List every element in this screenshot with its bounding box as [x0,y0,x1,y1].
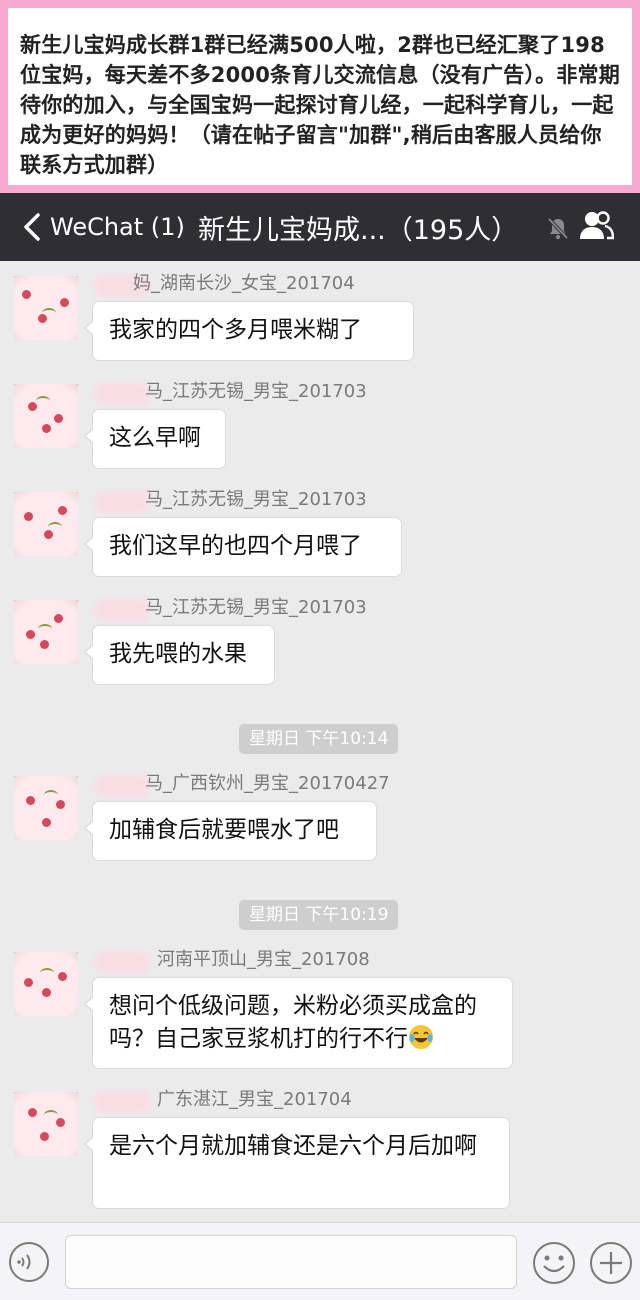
sender-name-blur [94,491,150,513]
sender-name-blur [94,383,150,405]
message-bubble[interactable]: 这么早啊 [84,409,226,469]
chat-message-list[interactable]: 妈_湖南长沙_女宝_201704 我家的四个多月喂米糊了 马_江苏无锡_男宝_2… [0,261,640,1222]
voice-icon[interactable] [8,1241,50,1283]
sender-name: 马_广西钦州_男宝_20170427 [145,773,390,794]
tears-of-joy-emoji-icon [409,1025,433,1049]
plus-icon[interactable] [589,1241,633,1285]
sender-name: 广东湛江_男宝_201704 [157,1089,352,1110]
chevron-left-icon [24,213,40,241]
sender-name: 马_江苏无锡_男宝_201703 [145,597,367,618]
announcement-banner: 新生儿宝妈成长群1群已经满500人啦，2群也已经汇聚了198位宝妈，每天差不多2… [0,0,640,193]
back-button[interactable]: WeChat (1) [20,193,185,261]
avatar[interactable] [14,1092,78,1156]
message-bubble[interactable]: 我先喂的水果 [84,625,275,685]
message-bubble[interactable]: 加辅食后就要喂水了吧 [84,801,377,861]
message-bubble[interactable]: 是六个月就加辅食还是六个月后加啊 [84,1117,510,1209]
members-icon[interactable] [578,209,614,243]
avatar[interactable] [14,776,78,840]
sender-name: 马_江苏无锡_男宝_201703 [145,381,367,402]
sender-name: 妈_湖南长沙_女宝_201704 [133,273,355,294]
emoji-icon[interactable] [532,1241,576,1285]
avatar[interactable] [14,952,78,1016]
sender-name-blur [94,1091,150,1113]
avatar[interactable] [14,384,78,448]
timestamp: 星期日 下午10:19 [239,900,399,930]
sender-name: 马_江苏无锡_男宝_201703 [145,489,367,510]
message-bubble[interactable]: 我们这早的也四个月喂了 [84,517,402,577]
message-bubble[interactable]: 想问个低级问题，米粉必须买成盒的吗？自己家豆浆机打的行不行 [84,977,513,1069]
sender-name-blur [94,951,150,973]
avatar[interactable] [14,276,78,340]
mute-bell-icon [547,217,569,240]
back-label: WeChat (1) [50,213,185,241]
timestamp: 星期日 下午10:14 [239,724,399,754]
message-input-bar [0,1222,640,1300]
announcement-text: 新生儿宝妈成长群1群已经满500人啦，2群也已经汇聚了198位宝妈，每天差不多2… [8,8,632,185]
avatar[interactable] [14,492,78,556]
sender-name-blur [94,599,150,621]
message-bubble[interactable]: 我家的四个多月喂米糊了 [84,301,414,361]
avatar[interactable] [14,600,78,664]
chat-title: 新生儿宝妈成...（195人） [198,214,519,246]
sender-name: 河南平顶山_男宝_201708 [157,949,370,970]
chat-nav-bar: WeChat (1) 新生儿宝妈成...（195人） [0,193,640,261]
message-input[interactable] [65,1235,517,1289]
sender-name-blur [94,775,150,797]
